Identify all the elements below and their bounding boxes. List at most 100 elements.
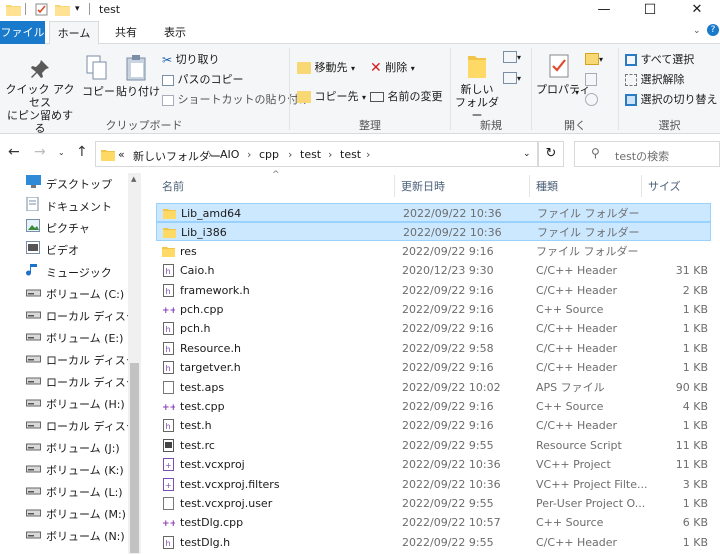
delete-button[interactable]: ✕ 削除 ▾ <box>370 59 415 76</box>
nav-item[interactable]: ボリューム (N:) <box>26 527 128 547</box>
column-header-type[interactable]: 種類 <box>536 173 558 200</box>
cut-button[interactable]: ✂ 切り取り <box>162 51 220 67</box>
file-row[interactable]: h framework.h 2022/09/22 9:16 C/C++ Header 2… <box>156 281 711 300</box>
nav-item[interactable]: ボリューム (K:) <box>26 461 128 481</box>
rename-button[interactable]: 名前の変更 <box>370 88 443 104</box>
tab-view[interactable]: 表示 <box>158 21 192 44</box>
column-header-name[interactable]: 名前 <box>162 173 184 200</box>
breadcrumb-test[interactable]: test <box>300 148 321 161</box>
file-row[interactable]: Lib_amd64 2022/09/22 10:36 ファイル フォルダー <box>156 203 711 222</box>
copy-path-button[interactable]: パスのコピー <box>162 71 244 87</box>
collapse-ribbon-icon[interactable]: ⌄ <box>693 26 701 36</box>
maximize-button[interactable]: ☐ <box>627 0 673 20</box>
nav-item-label: ボリューム (C:) <box>46 288 125 301</box>
nav-item[interactable]: ピクチャ <box>26 219 128 239</box>
file-row[interactable]: + test.vcxproj 2022/09/22 10:36 VC++ Projec… <box>156 455 711 474</box>
file-row[interactable]: h Resource.h 2022/09/22 9:58 C/C++ Header 1 … <box>156 339 711 358</box>
breadcrumb-aio[interactable]: AIO <box>220 148 239 161</box>
address-bar[interactable]: « 新しいフォルダー › AIO › cpp › test › test › ⌄ <box>95 141 538 167</box>
breadcrumb-test-current[interactable]: test <box>340 148 361 161</box>
address-dropdown-icon[interactable]: ⌄ <box>523 149 531 159</box>
refresh-button[interactable]: ↻ <box>538 141 564 167</box>
edit-icon[interactable] <box>585 72 597 86</box>
column-separator[interactable] <box>394 175 395 197</box>
file-row[interactable]: h targetver.h 2022/09/22 9:16 C/C++ Header 1… <box>156 358 711 377</box>
file-row[interactable]: h Caio.h 2020/12/23 9:30 C/C++ Header 31 KB <box>156 261 711 280</box>
file-row[interactable]: h pch.h 2022/09/22 9:16 C/C++ Header 1 KB <box>156 319 711 338</box>
history-icon[interactable] <box>585 92 598 106</box>
recent-dropdown-icon[interactable]: ⌄ <box>58 148 65 157</box>
scroll-up-icon[interactable]: ▲ <box>131 175 136 183</box>
file-row[interactable]: test.vcxproj.user 2022/09/22 9:55 Per-User… <box>156 494 711 513</box>
help-icon[interactable]: ? <box>707 24 719 36</box>
breadcrumb-separator-icon[interactable]: › <box>366 148 370 161</box>
column-header-date[interactable]: 更新日時 <box>401 173 445 200</box>
invert-selection-button[interactable]: 選択の切り替え <box>625 91 718 107</box>
select-none-button[interactable]: 選択解除 <box>625 71 685 87</box>
file-row[interactable]: h testDlg.h 2022/09/22 9:55 C/C++ Header 1 K… <box>156 533 711 552</box>
nav-item[interactable]: ビデオ <box>26 241 128 261</box>
file-row[interactable]: ++ test.cpp 2022/09/22 9:16 C++ Source 4 KB <box>156 397 711 416</box>
nav-item[interactable]: ドキュメント <box>26 197 128 217</box>
nav-item[interactable]: ボリューム (H:) <box>26 395 128 415</box>
file-row[interactable]: Lib_i386 2022/09/22 10:36 ファイル フォルダー <box>156 222 711 242</box>
nav-item[interactable]: ボリューム (J:) <box>26 439 128 459</box>
tab-share[interactable]: 共有 <box>107 21 145 44</box>
properties-dropdown-icon[interactable]: ▾ <box>575 88 579 97</box>
qa-dropdown-icon[interactable]: ▾ <box>75 4 80 17</box>
breadcrumb-cpp[interactable]: cpp <box>259 148 279 161</box>
column-separator[interactable] <box>641 175 642 197</box>
nav-item[interactable]: ボリューム (M:) <box>26 505 128 525</box>
paste-button[interactable]: 貼り付け <box>116 54 160 98</box>
nav-item[interactable]: デスクトップ <box>26 175 128 195</box>
nav-item[interactable]: ボリューム (L:) <box>26 483 128 503</box>
nav-item[interactable]: ローカル ディスク (D <box>26 307 128 327</box>
file-type: C/C++ Header <box>536 535 618 549</box>
file-row[interactable]: h test.h 2022/09/22 9:16 C/C++ Header 1 KB <box>156 416 711 435</box>
file-row[interactable]: + test.vcxproj.filters 2022/09/22 10:36 VC+… <box>156 475 711 494</box>
column-header-size[interactable]: サイズ <box>648 173 681 200</box>
properties-check-icon[interactable] <box>35 3 48 16</box>
nav-item[interactable]: ローカル ディスク (F <box>26 351 128 371</box>
file-row[interactable]: test.aps 2022/09/22 10:02 APS ファイル 90 KB <box>156 378 711 397</box>
nav-item[interactable]: ボリューム (E:) <box>26 329 128 349</box>
svg-text:++: ++ <box>162 403 175 413</box>
file-date: 2022/09/22 10:57 <box>402 516 501 530</box>
copy-to-button[interactable]: コピー先 ▾ <box>297 88 366 104</box>
easy-access-icon[interactable]: ▾ <box>503 71 521 84</box>
column-separator[interactable] <box>529 175 530 197</box>
search-box[interactable]: ⚲ testの検索 <box>574 141 720 167</box>
new-item-icon[interactable]: ▾ <box>503 50 521 63</box>
select-all-button[interactable]: すべて選択 <box>625 51 694 67</box>
open-icon[interactable]: ▾ <box>585 52 603 65</box>
nav-scrollbar[interactable]: ▲ <box>128 173 141 554</box>
breadcrumb-separator-icon[interactable]: › <box>208 148 212 161</box>
copy-button[interactable]: コピー <box>82 54 115 98</box>
tab-file[interactable]: ファイル <box>0 21 45 44</box>
file-size: 6 KB <box>682 516 708 530</box>
drive-icon <box>26 285 42 305</box>
forward-arrow-icon[interactable]: → <box>34 144 46 160</box>
breadcrumb-overflow[interactable]: « <box>118 148 125 161</box>
new-folder-button[interactable]: 新しい フォルダー <box>452 52 502 122</box>
breadcrumb-separator-icon[interactable]: › <box>328 148 332 161</box>
nav-item[interactable]: ボリューム (C:) <box>26 285 128 305</box>
tab-home[interactable]: ホーム <box>49 21 99 45</box>
up-arrow-icon[interactable]: ↑ <box>76 144 88 160</box>
breadcrumb-separator-icon[interactable]: › <box>247 148 251 161</box>
nav-item[interactable]: ミュージック <box>26 263 128 283</box>
nav-item[interactable]: ローカル ディスク (G <box>26 373 128 393</box>
file-row[interactable]: ++ testDlg.cpp 2022/09/22 10:57 C++ Source 6… <box>156 513 711 532</box>
file-row[interactable]: res 2022/09/22 9:16 ファイル フォルダー <box>156 242 711 261</box>
file-row[interactable]: test.rc 2022/09/22 9:55 Resource Script 11 … <box>156 436 711 455</box>
new-folder-icon[interactable] <box>55 3 70 16</box>
minimize-button[interactable]: — <box>581 0 627 20</box>
move-to-button[interactable]: 移動先 ▾ <box>297 59 355 75</box>
breadcrumb-separator-icon[interactable]: › <box>288 148 292 161</box>
back-arrow-icon[interactable]: ← <box>8 144 20 160</box>
paste-shortcut-button[interactable]: ショートカットの貼り付け <box>162 91 310 107</box>
file-row[interactable]: ++ pch.cpp 2022/09/22 9:16 C++ Source 1 KB <box>156 300 711 319</box>
close-button[interactable]: ✕ <box>674 0 720 20</box>
nav-scrollbar-thumb[interactable] <box>130 363 139 553</box>
nav-item[interactable]: ローカル ディスク (I: <box>26 417 128 437</box>
